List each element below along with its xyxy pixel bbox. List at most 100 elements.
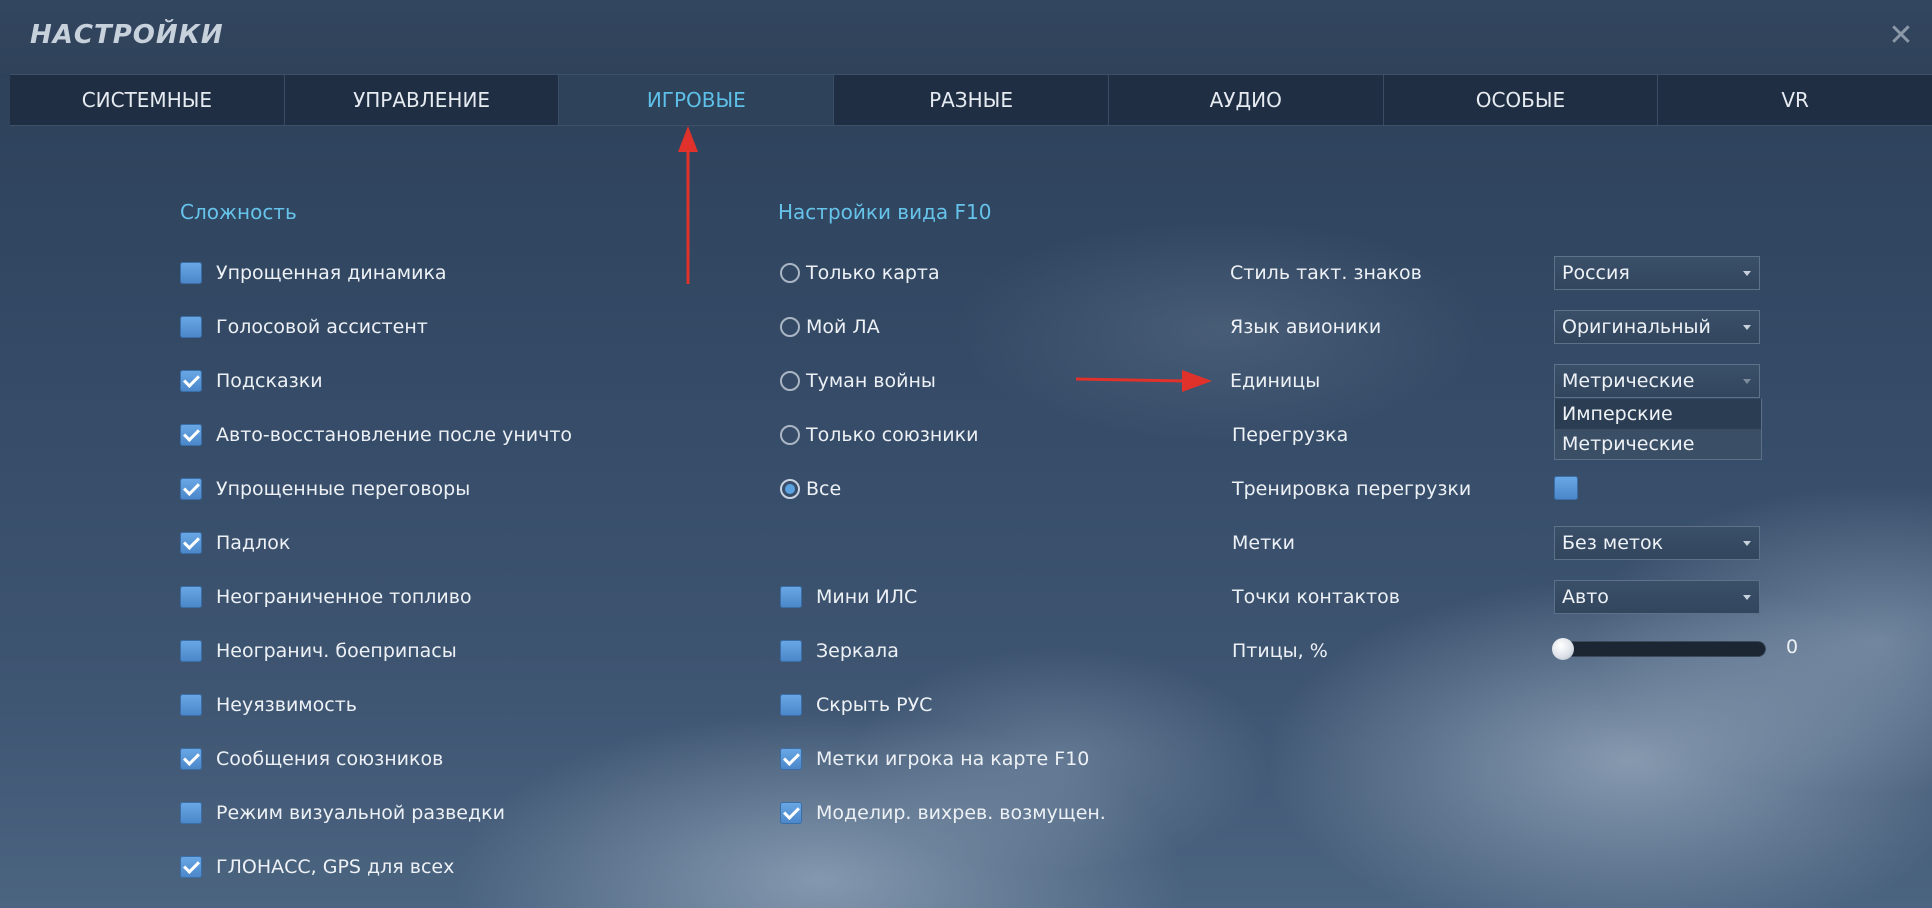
tab-controls[interactable]: УПРАВЛЕНИЕ: [285, 75, 560, 125]
f10-radio-option[interactable]: Мой ЛА: [780, 312, 880, 342]
checkbox[interactable]: [780, 802, 802, 824]
units-option-metric[interactable]: Метрические: [1555, 429, 1761, 459]
checkbox[interactable]: [180, 478, 202, 500]
f10-checkbox-option[interactable]: Метки игрока на карте F10: [780, 744, 1089, 774]
radio-button[interactable]: [780, 371, 800, 391]
difficulty-option[interactable]: Режим визуальной разведки: [180, 798, 505, 828]
tab-vr[interactable]: VR: [1658, 75, 1932, 125]
difficulty-option[interactable]: Упрощенные переговоры: [180, 474, 470, 504]
contact-points-select[interactable]: Авто: [1554, 580, 1760, 614]
tab-system[interactable]: СИСТЕМНЫЕ: [10, 75, 285, 125]
select-value: Оригинальный: [1562, 316, 1711, 338]
checkbox[interactable]: [780, 694, 802, 716]
select-value: Россия: [1562, 262, 1630, 284]
option-label: Авто-восстановление после уничтожения: [216, 424, 572, 446]
difficulty-option[interactable]: Авто-восстановление после уничтожения: [180, 420, 572, 450]
units-option-imperial[interactable]: Имперские: [1555, 399, 1761, 429]
checkbox[interactable]: [180, 532, 202, 554]
radio-button[interactable]: [780, 317, 800, 337]
select-value: Метрические: [1562, 370, 1695, 392]
g-training-checkbox[interactable]: [1554, 476, 1578, 500]
difficulty-option[interactable]: Неуязвимость: [180, 690, 357, 720]
difficulty-option[interactable]: Неогранич. боеприпасы: [180, 636, 457, 666]
tab-gameplay[interactable]: ИГРОВЫЕ: [559, 75, 835, 125]
checkbox[interactable]: [180, 424, 202, 446]
radio-button[interactable]: [780, 479, 800, 499]
f10-radio-option[interactable]: Все: [780, 474, 841, 504]
option-label: Упрощенные переговоры: [216, 478, 471, 500]
tab-special[interactable]: ОСОБЫЕ: [1384, 75, 1659, 125]
tab-annotation-arrow: [678, 126, 698, 284]
option-label: Неогранич. боеприпасы: [216, 640, 457, 662]
difficulty-option[interactable]: Подсказки: [180, 366, 323, 396]
g-load-label: Перегрузка: [1232, 424, 1349, 446]
option-label: ГЛОНАСС, GPS для всех: [216, 856, 455, 878]
checkbox[interactable]: [180, 694, 202, 716]
radio-button[interactable]: [780, 425, 800, 445]
units-dropdown-list: Имперские Метрические: [1554, 399, 1762, 460]
option-label: Неуязвимость: [216, 694, 357, 716]
difficulty-option[interactable]: ГЛОНАСС, GPS для всех: [180, 852, 454, 882]
chevron-down-icon: [1743, 325, 1751, 330]
difficulty-option[interactable]: Сообщения союзников: [180, 744, 443, 774]
units-annotation-arrow: [1075, 370, 1212, 392]
checkbox[interactable]: [180, 586, 202, 608]
option-label: Туман войны: [806, 370, 936, 392]
option-label: Моделир. вихрев. возмущен.: [816, 802, 1106, 824]
option-label: Упрощенная динамика: [216, 262, 447, 284]
checkbox[interactable]: [180, 370, 202, 392]
f10-radio-option[interactable]: Только союзники: [780, 420, 978, 450]
f10-checkbox-option[interactable]: Скрыть РУС: [780, 690, 932, 720]
f10-radio-option[interactable]: Только карта: [780, 258, 940, 288]
tab-misc[interactable]: РАЗНЫЕ: [834, 75, 1109, 125]
chevron-down-icon: [1743, 595, 1751, 600]
labels-label: Метки: [1232, 532, 1295, 554]
difficulty-option[interactable]: Голосовой ассистент: [180, 312, 428, 342]
select-value: Авто: [1562, 586, 1609, 608]
birds-value: 0: [1786, 636, 1799, 658]
tactical-symbols-select[interactable]: Россия: [1554, 256, 1760, 290]
f10-radio-option[interactable]: Туман войны: [780, 366, 936, 396]
option-label: Голосовой ассистент: [216, 316, 428, 338]
checkbox[interactable]: [780, 640, 802, 662]
close-icon[interactable]: ✕: [1886, 18, 1916, 54]
option-label: Мини ИЛС: [816, 586, 918, 608]
units-select[interactable]: Метрические: [1554, 364, 1760, 398]
avionics-language-select[interactable]: Оригинальный: [1554, 310, 1760, 344]
birds-slider-thumb[interactable]: [1552, 638, 1574, 660]
difficulty-option[interactable]: Неограниченное топливо: [180, 582, 472, 612]
option-label: Метки игрока на карте F10: [816, 748, 1090, 770]
birds-slider-track[interactable]: [1554, 641, 1766, 657]
f10-checkbox-option[interactable]: Зеркала: [780, 636, 899, 666]
checkbox[interactable]: [180, 856, 202, 878]
option-label: Только союзники: [806, 424, 979, 446]
option-label: Только карта: [806, 262, 940, 284]
option-label: Мой ЛА: [806, 316, 880, 338]
difficulty-option[interactable]: Упрощенная динамика: [180, 258, 447, 288]
option-label: Все: [806, 478, 842, 500]
select-value: Без меток: [1562, 532, 1664, 554]
f10-checkbox-option[interactable]: Мини ИЛС: [780, 582, 917, 612]
checkbox[interactable]: [780, 586, 802, 608]
option-label: Зеркала: [816, 640, 899, 662]
birds-label: Птицы, %: [1232, 640, 1328, 662]
checkbox[interactable]: [780, 748, 802, 770]
radio-button[interactable]: [780, 263, 800, 283]
f10-checkbox-option[interactable]: Моделир. вихрев. возмущен.: [780, 798, 1106, 828]
checkbox[interactable]: [180, 316, 202, 338]
checkbox[interactable]: [180, 802, 202, 824]
checkbox[interactable]: [180, 748, 202, 770]
difficulty-option[interactable]: Падлок: [180, 528, 290, 558]
checkbox[interactable]: [180, 640, 202, 662]
chevron-down-icon: [1743, 379, 1751, 384]
f10-section-title: Настройки вида F10: [778, 200, 992, 224]
labels-select[interactable]: Без меток: [1554, 526, 1760, 560]
option-label: Режим визуальной разведки: [216, 802, 505, 824]
tab-audio[interactable]: АУДИО: [1109, 75, 1384, 125]
option-label: Сообщения союзников: [216, 748, 444, 770]
checkbox[interactable]: [180, 262, 202, 284]
contact-points-label: Точки контактов: [1232, 586, 1400, 608]
chevron-down-icon: [1743, 271, 1751, 276]
chevron-down-icon: [1743, 541, 1751, 546]
difficulty-section-title: Сложность: [180, 200, 297, 224]
